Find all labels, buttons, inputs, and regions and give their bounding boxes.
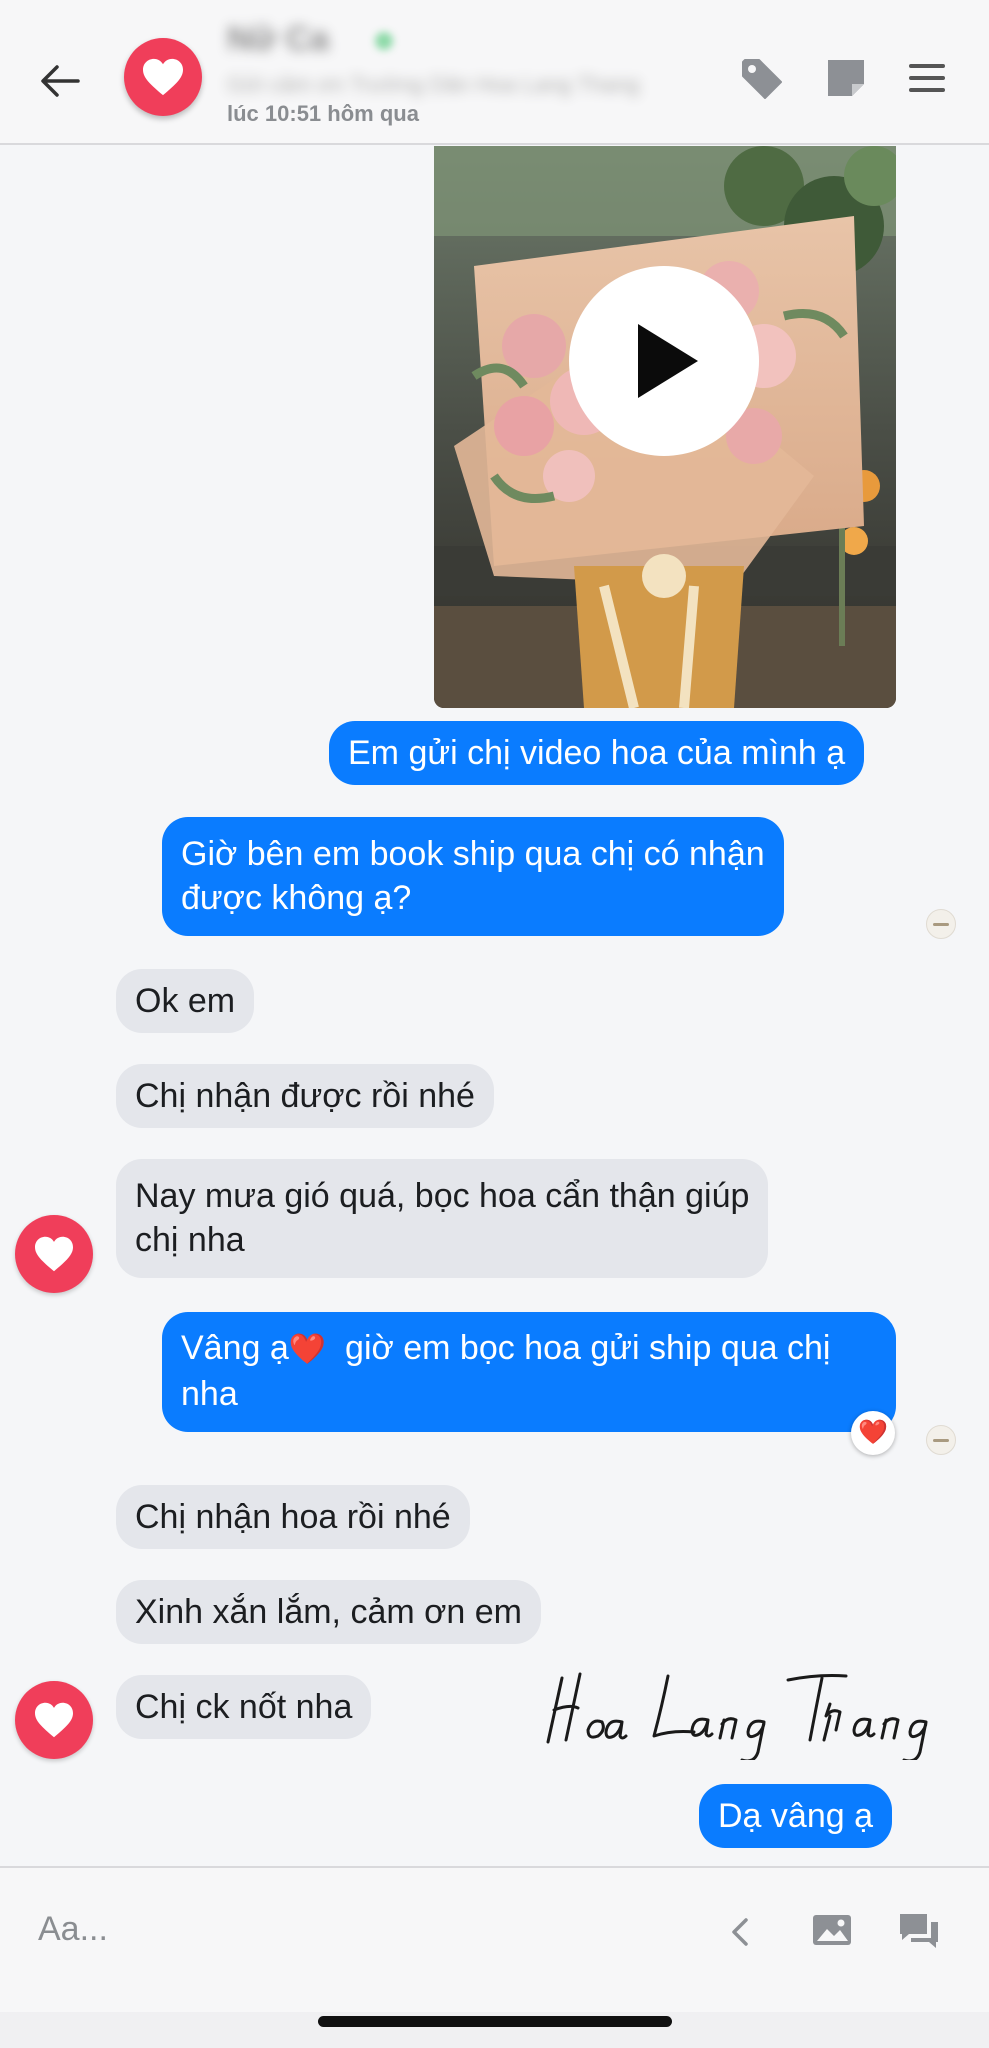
contact-name[interactable]: Nữ Ca <box>227 20 329 59</box>
message-text: nha <box>181 1375 238 1413</box>
message-text: Dạ vâng ạ <box>718 1797 873 1835</box>
menu-icon[interactable] <box>903 54 951 102</box>
heart-icon <box>143 58 183 96</box>
message-bubble-incoming[interactable]: Nay mưa gió quá, bọc hoa cẩn thận giúp c… <box>116 1159 769 1278</box>
message-text: Chị ck nốt nha <box>135 1688 353 1726</box>
message-bubble-incoming[interactable]: Xinh xắn lắm, cảm ơn em <box>116 1580 541 1644</box>
message-bubble-incoming[interactable]: Ok em <box>116 969 255 1033</box>
message-text: Xinh xắn lắm, cảm ơn em <box>135 1593 522 1631</box>
seen-indicator-avatar <box>926 1425 956 1455</box>
message-bubble-outgoing[interactable]: Dạ vâng ạ <box>699 1784 892 1848</box>
heart-reaction-icon[interactable]: ❤️ <box>851 1411 895 1455</box>
message-text: Nay mưa gió quá, bọc hoa cẩn thận giúp <box>135 1177 750 1215</box>
tag-icon[interactable] <box>737 54 785 102</box>
home-indicator[interactable] <box>318 2016 672 2027</box>
heart-icon <box>35 1702 73 1738</box>
video-message[interactable] <box>434 146 896 708</box>
play-icon <box>638 324 698 398</box>
reaction-emoji: ❤️ <box>858 1419 888 1446</box>
chat-header: Nữ Ca Gửi cảm ơn Trường Dân Hoa Lang Tha… <box>0 0 989 145</box>
message-bubble-outgoing[interactable]: Em gửi chị video hoa của mình ạ <box>329 721 865 785</box>
message-bubble-incoming[interactable]: Chị nhận hoa rồi nhé <box>116 1485 470 1549</box>
heart-icon <box>35 1236 73 1272</box>
message-bubble-outgoing[interactable]: Giờ bên em book ship qua chị có nhận đượ… <box>162 817 784 936</box>
contact-avatar[interactable] <box>124 38 202 116</box>
message-text: giờ em bọc hoa gửi ship qua chị <box>345 1329 831 1367</box>
watermark-signature <box>546 1672 928 1760</box>
message-text: được không ạ? <box>181 879 412 917</box>
chevron-left-icon[interactable] <box>722 1912 758 1957</box>
message-bubble-incoming[interactable]: Chị nhận được rồi nhé <box>116 1064 494 1128</box>
quick-reply-icon[interactable] <box>897 1910 941 1957</box>
sender-avatar[interactable] <box>15 1681 93 1759</box>
note-icon[interactable] <box>822 54 870 102</box>
message-text: Em gửi chị video hoa của mình ạ <box>348 734 846 772</box>
last-seen-text: lúc 10:51 hôm qua <box>227 101 419 126</box>
message-text: Vâng ạ <box>181 1329 289 1367</box>
sender-avatar[interactable] <box>15 1215 93 1293</box>
message-bubble-incoming[interactable]: Chị ck nốt nha <box>116 1675 372 1739</box>
message-text: Ok em <box>135 982 236 1020</box>
contact-subtitle: Gửi cảm ơn Trường Dân Hoa Lang Thang <box>227 72 640 97</box>
back-arrow-icon[interactable] <box>30 50 90 110</box>
message-composer <box>0 1866 989 2012</box>
message-text: Chị nhận hoa rồi nhé <box>135 1498 451 1536</box>
image-icon[interactable] <box>811 1910 853 1955</box>
online-status-dot <box>375 32 393 50</box>
message-text: chị nha <box>135 1221 245 1259</box>
seen-indicator-avatar <box>926 909 956 939</box>
heart-emoji-icon: ❤️ <box>288 1333 327 1366</box>
play-button[interactable] <box>569 266 759 456</box>
message-bubble-outgoing[interactable]: Vâng ạ❤️ giờ em bọc hoa gửi ship qua chị… <box>162 1312 896 1432</box>
message-text: Chị nhận được rồi nhé <box>135 1077 475 1115</box>
message-text: Giờ bên em book ship qua chị có nhận <box>181 835 765 873</box>
message-input[interactable] <box>36 1898 660 1960</box>
